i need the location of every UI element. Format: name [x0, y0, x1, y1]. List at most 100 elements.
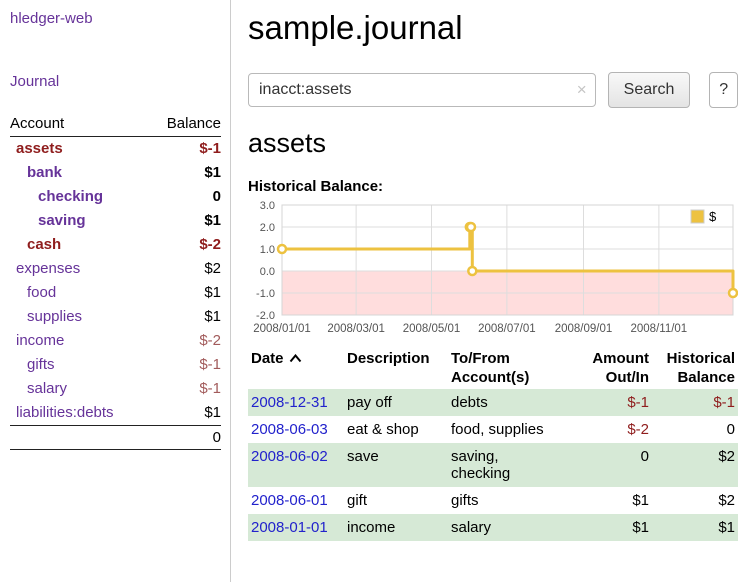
- transaction-date-link[interactable]: 2008-06-03: [251, 421, 328, 438]
- account-row: salary$-1: [10, 377, 221, 401]
- account-row: checking0: [10, 185, 221, 209]
- x-tick-label: 2008/11/01: [631, 323, 688, 335]
- y-tick-label: 1.0: [260, 244, 275, 256]
- legend-swatch: [691, 210, 704, 223]
- transaction-date-cell: 2008-06-03: [248, 416, 344, 443]
- account-row: cash$-2: [10, 233, 221, 257]
- transaction-accounts-cell: debts: [448, 389, 576, 416]
- account-row: gifts$-1: [10, 353, 221, 377]
- account-link-income[interactable]: income: [16, 329, 64, 353]
- clear-search-icon[interactable]: ×: [577, 80, 587, 100]
- account-link-cash[interactable]: cash: [27, 233, 61, 257]
- transaction-balance-cell: 0: [652, 416, 738, 443]
- transaction-description-cell: income: [344, 514, 448, 541]
- account-link-saving[interactable]: saving: [38, 209, 86, 233]
- register-row: 2008-06-02savesaving, checking0$2: [248, 443, 738, 487]
- transaction-balance-cell: $2: [652, 487, 738, 514]
- column-header-description: Description: [344, 347, 448, 389]
- account-link-expenses[interactable]: expenses: [16, 257, 80, 281]
- account-heading: assets: [248, 128, 738, 159]
- data-point-marker: [468, 267, 476, 275]
- accounts-table-header: Account Balance: [10, 113, 221, 137]
- main-content: sample.journal × Search ? assets Histori…: [248, 0, 738, 541]
- account-row: liabilities:debts $1: [10, 401, 221, 425]
- x-tick-label: 2008/05/01: [403, 323, 461, 335]
- column-header-date[interactable]: Date: [248, 347, 344, 389]
- y-tick-label: -1.0: [256, 288, 275, 300]
- transaction-description-cell: save: [344, 443, 448, 487]
- transaction-date-link[interactable]: 2008-01-01: [251, 519, 328, 536]
- column-header-amount: Amount Out/In: [576, 347, 652, 389]
- transaction-amount-cell: $-1: [576, 389, 652, 416]
- transaction-date-cell: 2008-12-31: [248, 389, 344, 416]
- x-tick-label: 2008/03/01: [327, 323, 385, 335]
- account-balance: $-2: [199, 329, 221, 353]
- transaction-date-link[interactable]: 2008-06-01: [251, 492, 328, 509]
- transaction-accounts-cell: saving, checking: [448, 443, 576, 487]
- account-balance: $1: [204, 401, 221, 425]
- transaction-description-cell: gift: [344, 487, 448, 514]
- transaction-amount-cell: $1: [576, 514, 652, 541]
- account-balance: $-1: [199, 137, 221, 161]
- register-row: 2008-06-03eat & shopfood, supplies$-20: [248, 416, 738, 443]
- account-row: saving $1: [10, 209, 221, 233]
- account-link-supplies[interactable]: supplies: [27, 305, 82, 329]
- account-row: bank$1: [10, 161, 221, 185]
- help-button[interactable]: ?: [709, 72, 738, 108]
- y-tick-label: 3.0: [260, 200, 275, 212]
- search-button[interactable]: Search: [608, 72, 691, 108]
- account-balance: $1: [204, 209, 221, 233]
- account-row: income $-2: [10, 329, 221, 353]
- register-table: Date Description To/From Account(s) Amou…: [248, 347, 738, 541]
- data-point-marker: [729, 289, 737, 297]
- register-header-row: Date Description To/From Account(s) Amou…: [248, 347, 738, 389]
- transaction-accounts-cell: salary: [448, 514, 576, 541]
- account-balance: $1: [204, 305, 221, 329]
- x-tick-label: 2008/07/01: [478, 323, 536, 335]
- transaction-date-cell: 2008-01-01: [248, 514, 344, 541]
- transaction-date-cell: 2008-06-01: [248, 487, 344, 514]
- account-balance: $2: [204, 257, 221, 281]
- app-title-link[interactable]: hledger-web: [10, 10, 93, 27]
- transaction-date-link[interactable]: 2008-12-31: [251, 394, 328, 411]
- accounts-total-row: 0: [10, 425, 221, 450]
- sidebar: hledger-web Journal Account Balance asse…: [0, 0, 231, 582]
- chart-title: Historical Balance:: [248, 178, 738, 195]
- data-point-marker: [278, 245, 286, 253]
- transaction-balance-cell: $-1: [652, 389, 738, 416]
- transaction-date-link[interactable]: 2008-06-02: [251, 448, 328, 465]
- account-row: assets $-1: [10, 137, 221, 161]
- transaction-description-cell: eat & shop: [344, 416, 448, 443]
- nav-journal-link[interactable]: Journal: [10, 73, 59, 90]
- register-body: 2008-12-31pay offdebts$-1$-12008-06-03ea…: [248, 389, 738, 541]
- account-link-bank[interactable]: bank: [27, 161, 62, 185]
- legend-label: $: [709, 209, 717, 224]
- account-link-food[interactable]: food: [27, 281, 56, 305]
- y-tick-label: 2.0: [260, 222, 275, 234]
- account-link-assets[interactable]: assets: [16, 137, 63, 161]
- transaction-date-cell: 2008-06-02: [248, 443, 344, 487]
- register-row: 2008-01-01incomesalary$1$1: [248, 514, 738, 541]
- account-link-gifts[interactable]: gifts: [27, 353, 55, 377]
- register-row: 2008-12-31pay offdebts$-1$-1: [248, 389, 738, 416]
- account-link-checking[interactable]: checking: [38, 185, 103, 209]
- account-link-salary[interactable]: salary: [27, 377, 67, 401]
- x-tick-label: 2008/09/01: [555, 323, 613, 335]
- account-link-liabilities-debts[interactable]: liabilities:debts: [16, 401, 114, 425]
- transaction-description-cell: pay off: [344, 389, 448, 416]
- date-header-label: Date: [251, 350, 284, 367]
- search-input[interactable]: [248, 73, 596, 107]
- nav-journal: Journal: [10, 73, 221, 91]
- accounts-list: assets$-1bank$1checking0saving$1cash$-2e…: [10, 137, 221, 425]
- account-row: supplies $1: [10, 305, 221, 329]
- account-row: expenses $2: [10, 257, 221, 281]
- y-tick-label: -2.0: [256, 310, 275, 322]
- transaction-amount-cell: 0: [576, 443, 652, 487]
- x-tick-label: 2008/01/01: [253, 323, 311, 335]
- y-tick-label: 0.0: [260, 266, 275, 278]
- transaction-amount-cell: $1: [576, 487, 652, 514]
- search-box: ×: [248, 73, 596, 107]
- historical-balance-chart: 3.0 2.0 1.0 0.0 -1.0 -2.02008/01/01 2008/03/01…: [248, 199, 738, 335]
- sort-ascending-icon: [289, 354, 302, 363]
- data-point-marker: [467, 223, 475, 231]
